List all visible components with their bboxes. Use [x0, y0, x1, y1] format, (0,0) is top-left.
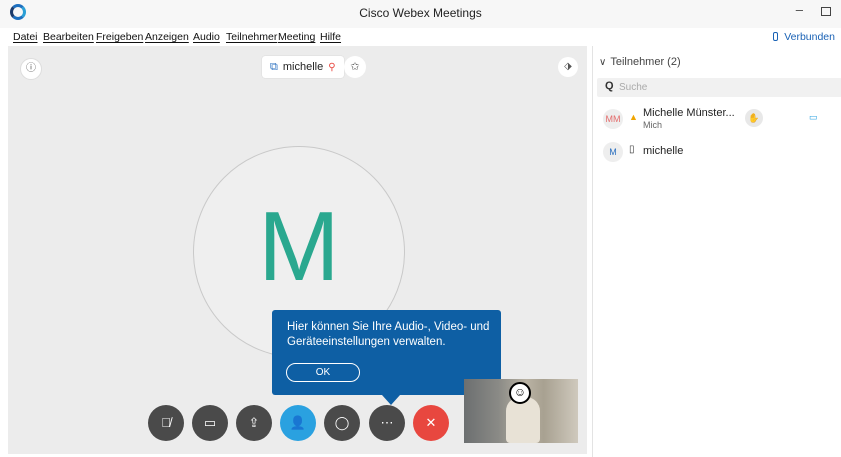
status-label: Verbunden — [784, 31, 835, 43]
menu-datei[interactable]: Datei — [13, 31, 38, 43]
avatar-initial: M — [258, 191, 340, 301]
panel-title: Teilnehmer (2) — [610, 56, 681, 68]
close-icon: ✕ — [425, 415, 437, 430]
menu-freigeben[interactable]: Freigeben — [96, 31, 143, 43]
participant-name: Michelle Münster... — [643, 107, 735, 119]
menu-audio[interactable]: Audio — [193, 31, 220, 43]
chevron-down-icon: ∨ — [599, 57, 607, 68]
menu-bar: Datei Bearbeiten Freigeben Anzeigen Audi… — [0, 28, 841, 46]
menu-hilfe[interactable]: Hilfe — [320, 31, 341, 43]
chat-button[interactable]: ◯ — [324, 405, 360, 441]
more-button[interactable]: ⋯ — [369, 405, 405, 441]
self-view-video[interactable]: ☺ — [464, 379, 578, 443]
end-meeting-button[interactable]: ✕ — [413, 405, 449, 441]
host-icon: ▲ — [629, 112, 638, 122]
tooltip-text: Hier können Sie Ihre Audio-, Video- und … — [287, 321, 490, 348]
share-screen-icon: ⧉ — [270, 60, 278, 73]
menu-meeting[interactable]: Meeting — [278, 31, 315, 43]
tooltip-ok-button[interactable]: OK — [286, 363, 360, 382]
chat-icon: ◯ — [334, 415, 350, 430]
phone-icon: ▯ — [629, 144, 635, 155]
participant-subtitle: Mich — [643, 120, 663, 130]
presenter-name: michelle — [282, 61, 324, 73]
more-icon: ⋯ — [380, 415, 394, 430]
video-icon: ▭ — [809, 112, 818, 122]
search-input[interactable]: Suche — [619, 82, 647, 93]
search-icon: Q — [605, 80, 614, 92]
share-button[interactable]: ⇪ — [236, 405, 272, 441]
raise-hand-button[interactable]: ✋ — [745, 109, 763, 127]
layout-button[interactable]: ⬗ — [558, 57, 578, 77]
self-view-person — [506, 397, 540, 443]
participant-search[interactable]: Q Suche — [597, 78, 841, 97]
hand-icon: ✋ — [748, 113, 760, 123]
maximize-icon[interactable] — [821, 7, 831, 16]
connection-status: Verbunden — [773, 31, 835, 43]
pin-button[interactable]: ✩ — [344, 56, 366, 78]
active-speaker-label: ⧉ michelle ⚲ — [262, 56, 344, 78]
participants-button[interactable]: 👤 — [280, 405, 316, 441]
panel-header[interactable]: ∨ Teilnehmer (2) — [599, 56, 681, 68]
window-title: Cisco Webex Meetings — [359, 6, 482, 20]
menu-anzeigen[interactable]: Anzeigen — [145, 31, 189, 43]
minimize-icon[interactable]: – — [796, 2, 803, 17]
share-icon: ⇪ — [248, 415, 260, 430]
mic-muted-icon: ⚲ — [328, 61, 336, 73]
participants-icon: 👤 — [289, 415, 307, 430]
mic-muted-icon: 🎙̸ — [161, 415, 171, 430]
video-off-icon: ▭ — [203, 415, 217, 430]
microphone-icon — [773, 32, 779, 41]
menu-teilnehmer[interactable]: Teilnehmer — [226, 31, 277, 43]
participant-row[interactable]: M ▯ michelle — [593, 136, 841, 168]
mute-button[interactable]: 🎙̸ — [148, 405, 184, 441]
menu-bearbeiten[interactable]: Bearbeiten — [43, 31, 94, 43]
participant-name: michelle — [643, 145, 684, 157]
avatar: M — [603, 142, 623, 162]
video-button[interactable]: ▭ — [192, 405, 228, 441]
smiley-face-icon: ☺ — [509, 382, 531, 404]
participants-panel: ∨ Teilnehmer (2) Q Suche MM ▲ Michelle Mü… — [592, 46, 841, 457]
avatar: MM — [603, 109, 623, 129]
tooltip-arrow — [382, 395, 400, 405]
participant-row[interactable]: MM ▲ Michelle Münster... Mich ✋ ▭ — [593, 103, 841, 135]
title-bar: Cisco Webex Meetings – — [0, 0, 841, 28]
meeting-stage: ⓘ ⧉ michelle ⚲ ✩ ⬗ M Hier können Sie Ihr… — [8, 46, 587, 454]
layout-icon: ⬗ — [564, 61, 572, 72]
info-icon: ⓘ — [26, 63, 36, 74]
pin-icon: ✩ — [350, 61, 360, 73]
info-button[interactable]: ⓘ — [20, 58, 42, 80]
